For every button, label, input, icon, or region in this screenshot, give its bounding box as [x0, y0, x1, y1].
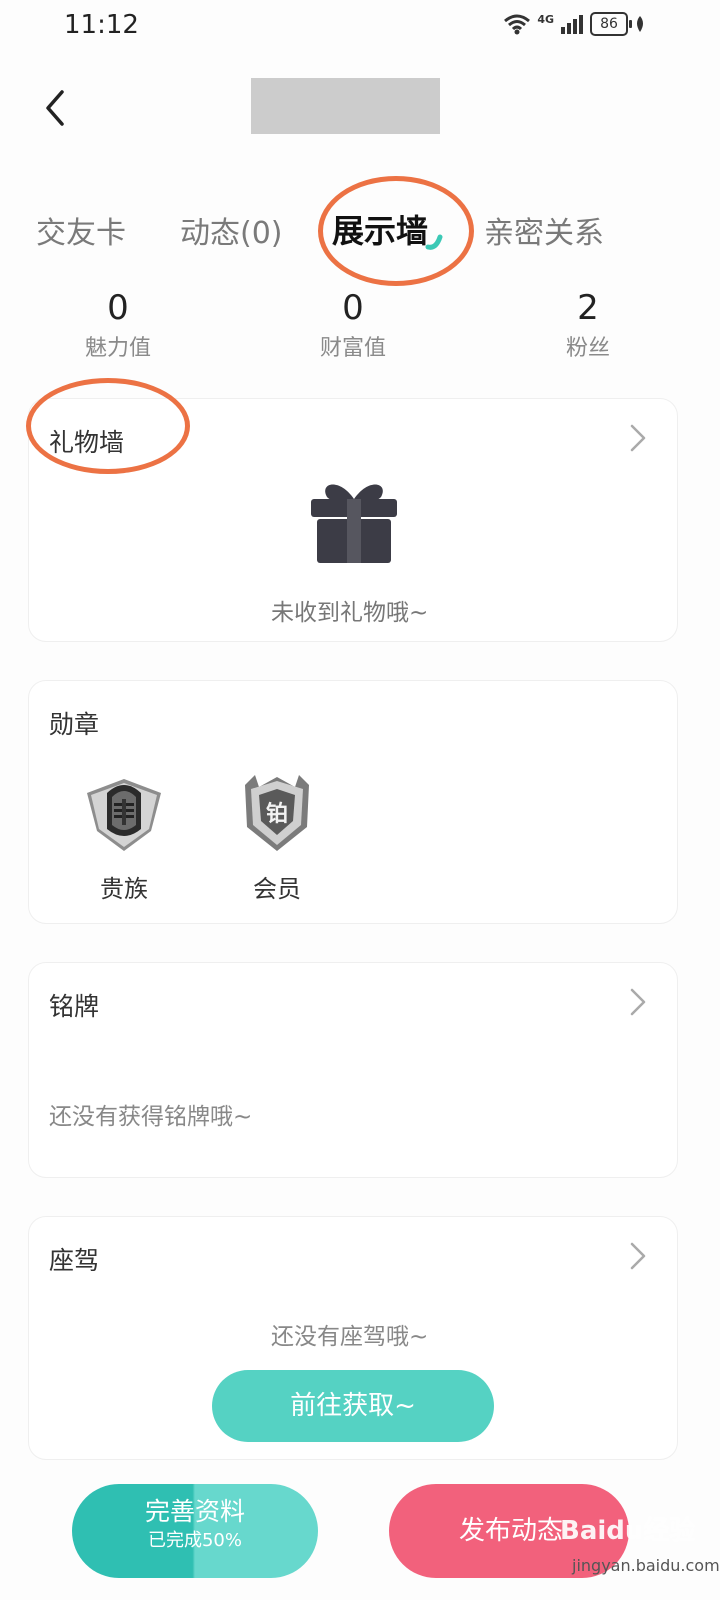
medal-noble-label: 贵族	[100, 875, 148, 903]
wifi-icon	[504, 14, 531, 35]
tab-moments[interactable]: 动态(0)	[180, 208, 283, 252]
stat-charm-value: 0	[107, 288, 129, 328]
battery-icon: 86	[590, 12, 632, 36]
leaf-icon	[637, 16, 643, 32]
chevron-right-icon[interactable]	[627, 423, 649, 453]
stat-fans[interactable]: 2 粉丝	[518, 288, 658, 362]
medal-member[interactable]: 铂 会员	[235, 771, 332, 904]
chevron-right-icon[interactable]	[627, 1241, 649, 1271]
gift-box-icon	[311, 484, 397, 563]
page-title-redacted	[251, 78, 440, 134]
stat-charm[interactable]: 0 魅力值	[48, 288, 188, 362]
stat-fans-label: 粉丝	[565, 336, 610, 361]
stat-wealth-label: 财富值	[319, 336, 386, 361]
complete-profile-label: 完善资料	[144, 1497, 245, 1526]
complete-profile-button[interactable]: 完善资料 已完成50%	[72, 1484, 318, 1578]
annotation-circle-tab	[318, 176, 474, 286]
status-time: 11:12	[64, 10, 139, 40]
chevron-left-icon	[46, 90, 64, 126]
stat-charm-label: 魅力值	[84, 336, 151, 361]
signal-icon	[561, 15, 583, 34]
medal-noble[interactable]: 贵族	[79, 771, 179, 904]
medals-card: 勋章 贵族 铂 会员	[28, 680, 678, 924]
stat-wealth[interactable]: 0 财富值	[283, 288, 423, 362]
medals-title: 勋章	[49, 710, 100, 739]
nameplate-title: 铭牌	[49, 992, 100, 1021]
stat-wealth-value: 0	[342, 288, 364, 328]
complete-progress-text: 已完成50%	[147, 1530, 242, 1551]
svg-text:铂: 铂	[266, 801, 288, 827]
get-mount-button[interactable]: 前往获取~	[212, 1370, 494, 1442]
tab-intimate-relations[interactable]: 亲密关系	[484, 208, 604, 252]
baidu-watermark-logo: Baidu经验	[560, 1516, 696, 1546]
annotation-circle-gift-wall	[26, 378, 190, 474]
nameplate-empty-text: 还没有获得铭牌哦~	[49, 1104, 253, 1130]
back-button[interactable]	[30, 86, 80, 130]
stat-fans-value: 2	[577, 288, 599, 328]
platinum-shield-badge-icon: 铂	[245, 775, 309, 851]
mount-empty-text: 还没有座驾哦~	[271, 1324, 429, 1350]
nameplate-card[interactable]: 铭牌 还没有获得铭牌哦~	[28, 962, 678, 1178]
status-icons: 4G 86	[503, 12, 646, 36]
knight-helmet-badge-icon	[87, 779, 161, 851]
mount-title: 座驾	[49, 1246, 100, 1275]
medal-member-label: 会员	[253, 875, 301, 903]
chevron-right-icon[interactable]	[627, 987, 649, 1017]
baidu-watermark-url: jingyan.baidu.com	[572, 1556, 720, 1575]
gift-wall-empty-text: 未收到礼物哦~	[271, 600, 429, 626]
tab-friend-card[interactable]: 交友卡	[36, 208, 126, 252]
network-label: 4G	[537, 12, 554, 26]
